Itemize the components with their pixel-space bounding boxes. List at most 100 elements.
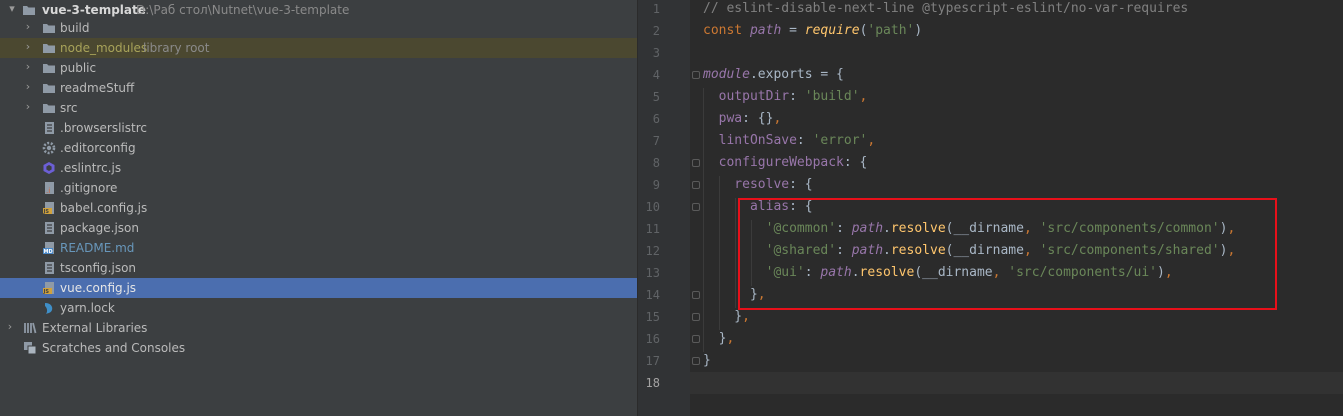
tree-item-package-json[interactable]: package.json [0,218,637,238]
chevron-right-icon[interactable]: › [22,17,34,37]
markdown-file-icon: MD [43,242,54,255]
folder-icon [43,84,55,93]
code-token: require [804,23,860,38]
code-token: path [749,23,782,38]
code-token: } [703,331,727,346]
svg-text:MD: MD [44,249,53,255]
fold-marker[interactable] [692,159,700,167]
indent-guide [719,176,720,330]
json-file-icon [45,262,54,274]
fold-marker[interactable] [692,313,700,321]
tree-item-babel-config[interactable]: JS babel.config.js [0,198,637,218]
code-line[interactable]: // eslint-disable-next-line @typescript-… [703,0,1188,20]
line-number: 15 [645,310,660,324]
line-number: 4 [652,68,660,82]
tree-item-scratches[interactable]: Scratches and Consoles [0,338,637,358]
fold-marker[interactable] [692,71,700,79]
code-token: lintOnSave [703,133,797,148]
tree-item-label: .editorconfig [60,141,136,155]
fold-marker[interactable] [692,203,700,211]
tree-item-build[interactable]: › build [0,18,637,38]
line-number: 7 [652,134,660,148]
code-line[interactable]: pwa: {}, [703,108,782,130]
tree-item-label: README.md [60,241,135,255]
code-line[interactable]: const path = require('path') [703,20,922,42]
fold-marker[interactable] [692,181,700,189]
tree-item-eslintrc[interactable]: .eslintrc.js [0,158,637,178]
code-token: // eslint-disable-next-line @typescript-… [703,1,1189,16]
code-token: 'build' [804,89,860,104]
tree-item-gitignore[interactable]: .i .gitignore [0,178,637,198]
line-number: 6 [652,112,660,126]
code-token: ) [914,23,923,38]
chevron-right-icon[interactable]: › [22,37,34,57]
chevron-right-icon[interactable]: › [22,97,34,117]
folder-icon [43,64,55,73]
chevron-down-icon[interactable]: ▾ [6,0,18,19]
tree-item-external-libraries[interactable]: › External Libraries [0,318,637,338]
tree-item-label: yarn.lock [60,301,115,315]
code-token: 'error' [812,133,868,148]
code-token: const [703,23,750,38]
tree-item-label: node_modules [60,41,148,55]
tree-item-node-modules[interactable]: › node_modules library root [0,38,637,58]
line-number: 5 [652,90,660,104]
line-number: 8 [652,156,660,170]
tree-root-path: D:\Раб стол\Nutnet\vue-3-template [136,3,350,17]
fold-marker[interactable] [692,357,700,365]
indent-guide [735,198,736,308]
line-number: 11 [645,222,660,236]
tree-item-yarn-lock[interactable]: yarn.lock [0,298,637,318]
tree-item-label: build [60,21,90,35]
line-number: 17 [645,354,660,368]
code-line[interactable]: } [703,350,711,372]
tree-item-src[interactable]: › src [0,98,637,118]
tree-item-label: babel.config.js [60,201,148,215]
library-root-hint: library root [143,41,210,55]
tree-item-vue-config[interactable]: JS vue.config.js [0,278,637,298]
svg-text:JS: JS [43,209,50,215]
tree-root-row[interactable]: ▾ vue-3-template D:\Раб стол\Nutnet\vue-… [0,0,637,20]
code-token: 'path' [867,23,915,38]
tree-item-public[interactable]: › public [0,58,637,78]
tree-item-browserslistrc[interactable]: .browserslistrc [0,118,637,138]
code-line[interactable]: outputDir: 'build', [703,86,868,108]
line-number: 10 [645,200,660,214]
tree-item-readmestuff[interactable]: › readmeStuff [0,78,637,98]
js-file-icon: JS [43,202,54,215]
line-number: 9 [652,178,660,192]
eslint-icon [43,162,55,174]
code-line[interactable]: module.exports = { [703,64,844,86]
svg-text:.i: .i [46,187,50,195]
tree-item-readme[interactable]: MD README.md [0,238,637,258]
line-number: 14 [645,288,660,302]
project-tree[interactable]: ▾ vue-3-template D:\Раб стол\Nutnet\vue-… [0,0,637,416]
chevron-right-icon[interactable]: › [22,57,34,77]
code-line[interactable]: }, [703,328,735,350]
chevron-right-icon[interactable]: › [4,317,16,337]
code-line[interactable]: configureWebpack: { [703,152,868,174]
fold-marker[interactable] [692,291,700,299]
tree-item-label: tsconfig.json [60,261,137,275]
svg-text:JS: JS [43,289,50,295]
ide-window: ▾ vue-3-template D:\Раб стол\Nutnet\vue-… [0,0,1343,416]
scratches-icon [24,342,37,355]
code-token: : {} [742,111,774,126]
code-token: , [742,309,750,324]
code-token: , [867,133,876,148]
code-line[interactable]: lintOnSave: 'error', [703,130,876,152]
tree-item-label: .browserslistrc [60,121,147,135]
tree-item-tsconfig[interactable]: tsconfig.json [0,258,637,278]
text-file-icon [45,122,54,134]
tree-item-editorconfig[interactable]: .editorconfig [0,138,637,158]
code-token: } [703,309,743,324]
code-token: , [726,331,735,346]
code-token: : [789,89,805,104]
chevron-right-icon[interactable]: › [22,77,34,97]
fold-marker[interactable] [692,335,700,343]
library-icon [24,322,37,334]
code-token: outputDir [703,89,790,104]
caret-line-highlight [638,372,1343,394]
code-token: configureWebpack [703,155,844,170]
tree-item-label: readmeStuff [60,81,135,95]
